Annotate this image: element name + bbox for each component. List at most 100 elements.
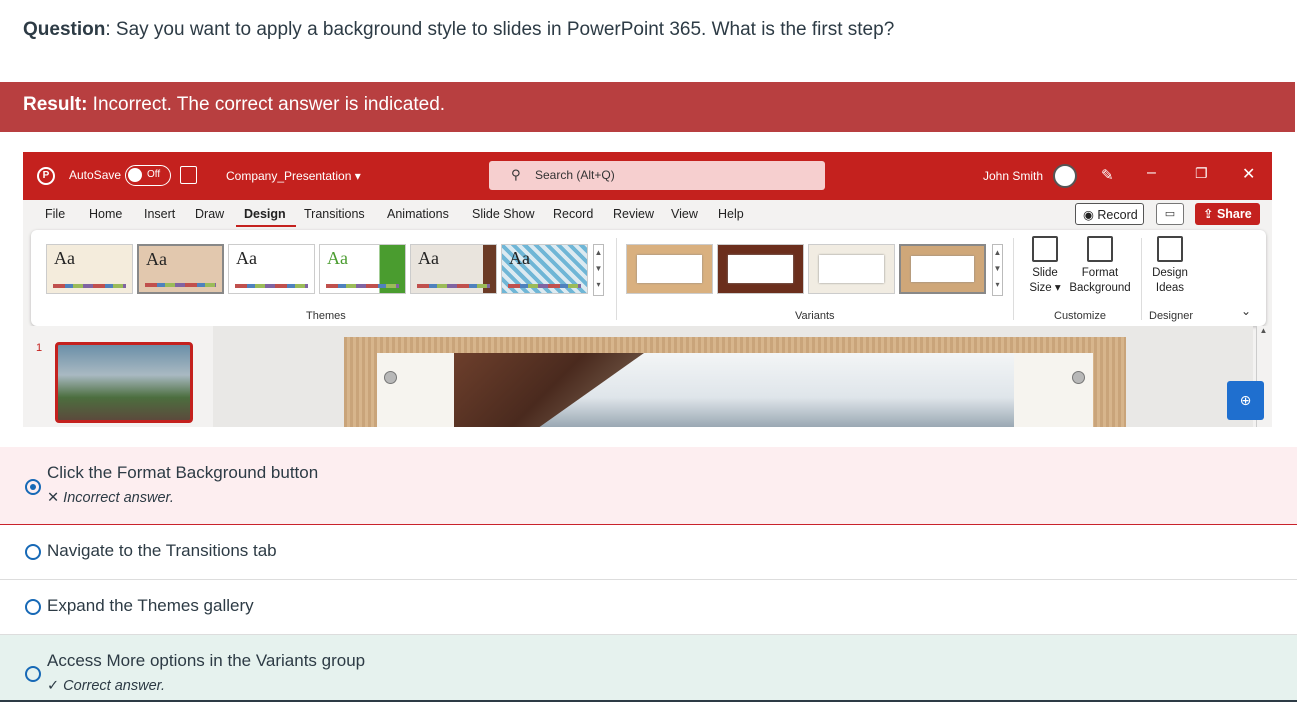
design-ribbon: Aa Aa Aa Aa Aa Aa ▲ ▼ ▾ Themes ▲ ▼ ▾ Variant… — [31, 230, 1266, 326]
answer-label: Click the Format Background button — [47, 463, 319, 482]
tab-home[interactable]: Home — [89, 207, 122, 221]
tab-transitions[interactable]: Transitions — [304, 207, 365, 221]
tab-record[interactable]: Record — [553, 207, 593, 221]
variant-thumbnail[interactable] — [717, 244, 804, 294]
tab-insert[interactable]: Insert — [144, 207, 175, 221]
slide-thumbnail[interactable] — [55, 342, 193, 423]
theme-sample: Aa — [327, 248, 348, 268]
designer-group-label: Designer — [1149, 310, 1194, 322]
theme-thumbnail[interactable]: Aa — [501, 244, 588, 294]
chevron-down-icon[interactable]: ⌄ — [1241, 304, 1251, 318]
variant-slide — [911, 256, 974, 282]
radio-button[interactable] — [25, 544, 41, 560]
search-icon: ⚲ — [511, 167, 521, 182]
theme-colors — [508, 284, 581, 288]
slide[interactable] — [344, 337, 1126, 427]
search-placeholder: Search (Alt+Q) — [535, 168, 615, 182]
variants-more-button[interactable]: ▲ ▼ ▾ — [992, 244, 1003, 296]
theme-thumbnail[interactable]: Aa — [228, 244, 315, 294]
answer-feedback: ✕ Incorrect answer. — [47, 490, 174, 506]
answer-label: Navigate to the Transitions tab — [47, 541, 277, 560]
slide-canvas — [213, 326, 1253, 427]
record-button[interactable]: ◉ Record — [1075, 203, 1144, 225]
restore-icon[interactable]: ❐ — [1195, 165, 1208, 182]
tab-design[interactable]: Design — [236, 207, 296, 227]
design-ideas-label: Design Ideas — [1152, 267, 1188, 294]
tab-animations[interactable]: Animations — [387, 207, 449, 221]
answer-feedback: ✓ Correct answer. — [47, 678, 165, 694]
tab-draw[interactable]: Draw — [195, 207, 224, 221]
powerpoint-screenshot: P AutoSave Off Company_Presentation ▾ ⚲ … — [23, 152, 1272, 427]
document-name[interactable]: Company_Presentation ▾ — [226, 169, 361, 183]
variant-thumbnail[interactable] — [626, 244, 713, 294]
slide-number: 1 — [36, 342, 43, 354]
format-background-label: Format Background — [1069, 267, 1131, 294]
theme-thumbnail[interactable]: Aa — [319, 244, 406, 294]
answer-option[interactable]: Expand the Themes gallery — [0, 580, 1297, 635]
autosave-label: AutoSave — [69, 168, 122, 182]
group-divider — [616, 238, 617, 320]
search-input[interactable]: ⚲ Search (Alt+Q) — [489, 161, 825, 190]
theme-sample: Aa — [146, 249, 167, 269]
answer-option[interactable]: Access More options in the Variants grou… — [0, 635, 1297, 702]
answer-label: Access More options in the Variants grou… — [47, 651, 366, 670]
answer-option[interactable]: Navigate to the Transitions tab — [0, 525, 1297, 580]
close-icon[interactable]: ✕ — [1242, 164, 1255, 184]
answer-label: Expand the Themes gallery — [47, 596, 254, 615]
theme-thumbnail[interactable]: Aa — [410, 244, 497, 294]
theme-sample: Aa — [509, 248, 530, 268]
theme-colors — [145, 283, 216, 287]
share-label: Share — [1216, 207, 1252, 221]
pin-icon — [1072, 371, 1085, 384]
theme-sample: Aa — [236, 248, 257, 268]
group-divider — [1141, 238, 1142, 320]
avatar[interactable] — [1053, 164, 1077, 188]
slide-thumbnail-pane: 1 — [23, 326, 213, 427]
group-divider — [1013, 238, 1014, 320]
autosave-toggle[interactable]: Off — [125, 165, 171, 186]
tab-file[interactable]: File — [45, 207, 65, 221]
format-background-button[interactable]: Format Background — [1067, 236, 1133, 296]
theme-colors — [53, 284, 126, 288]
comments-button[interactable]: ▭ — [1156, 203, 1184, 225]
variant-slide — [728, 255, 793, 283]
theme-thumbnail[interactable]: Aa — [137, 244, 224, 294]
slide-size-icon — [1032, 236, 1058, 262]
title-bar: P AutoSave Off Company_Presentation ▾ ⚲ … — [23, 152, 1272, 200]
user-name[interactable]: John Smith — [983, 169, 1043, 183]
radio-button[interactable] — [25, 666, 41, 682]
answer-option[interactable]: Click the Format Background button ✕ Inc… — [0, 447, 1297, 525]
radio-button[interactable] — [25, 479, 41, 495]
theme-sample: Aa — [418, 248, 439, 268]
zoom-icon[interactable]: ⊕ — [1227, 381, 1264, 420]
slide-size-button[interactable]: Slide Size ▾ — [1025, 236, 1065, 296]
theme-thumbnail[interactable]: Aa — [46, 244, 133, 294]
tab-slide-show[interactable]: Slide Show — [472, 207, 535, 221]
theme-sample: Aa — [54, 248, 75, 268]
variant-thumbnail[interactable] — [899, 244, 986, 294]
tab-review[interactable]: Review — [613, 207, 654, 221]
theme-colors — [326, 284, 399, 288]
save-icon[interactable] — [180, 166, 197, 184]
customize-group-label: Customize — [1054, 310, 1106, 322]
toggle-knob — [128, 168, 142, 182]
pen-icon[interactable]: ✎ — [1101, 166, 1114, 184]
pin-icon — [384, 371, 397, 384]
variant-thumbnail[interactable] — [808, 244, 895, 294]
variant-slide — [637, 255, 702, 283]
question-body: : Say you want to apply a background sty… — [105, 19, 895, 40]
result-banner: Result: Incorrect. The correct answer is… — [0, 82, 1295, 132]
share-button[interactable]: ⇪ Share — [1195, 203, 1260, 225]
powerpoint-logo-icon: P — [37, 167, 55, 185]
tab-view[interactable]: View — [671, 207, 698, 221]
radio-button[interactable] — [25, 599, 41, 615]
design-ideas-button[interactable]: Design Ideas — [1147, 236, 1193, 296]
photo-building — [454, 353, 644, 427]
minimize-icon[interactable]: – — [1147, 164, 1156, 182]
autosave-state: Off — [147, 169, 161, 180]
themes-gallery-scroll[interactable]: ▲ ▼ ▾ — [593, 244, 604, 296]
tab-help[interactable]: Help — [718, 207, 744, 221]
result-prefix: Result: — [23, 94, 88, 115]
record-label: Record — [1097, 208, 1138, 222]
slide-size-label: Slide Size ▾ — [1029, 267, 1061, 294]
